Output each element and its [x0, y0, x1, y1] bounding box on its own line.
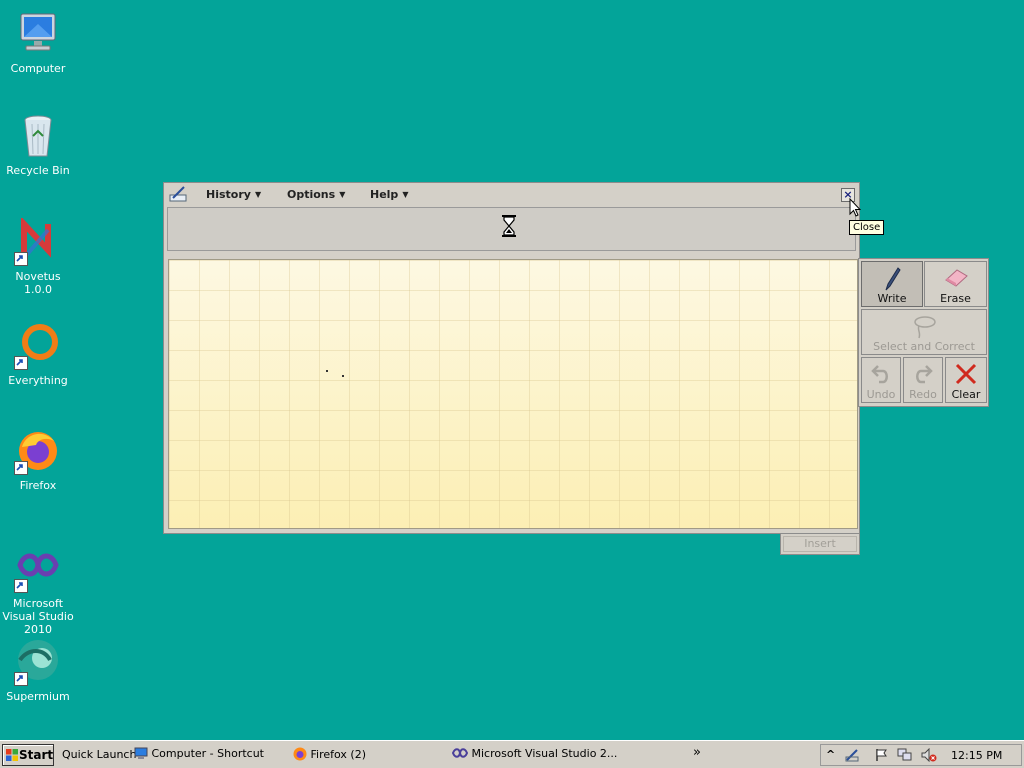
supermium-icon	[14, 638, 62, 686]
shortcut-arrow-icon	[14, 579, 28, 593]
undo-icon	[871, 365, 888, 384]
writing-pad[interactable]	[168, 259, 858, 529]
computer-icon	[14, 10, 62, 58]
tray-expand-icon[interactable]: ^	[826, 748, 835, 761]
insert-button[interactable]: Insert	[783, 536, 857, 552]
everything-icon	[14, 322, 62, 370]
clear-x-icon	[955, 363, 977, 385]
insert-button-frame: Insert	[780, 533, 860, 555]
redo-label: Redo	[909, 388, 937, 401]
desktop-icon-label: Novetus 1.0.0	[15, 270, 61, 296]
novetus-icon	[14, 218, 62, 266]
taskbar: Start Quick Launch Computer - Shortcut F…	[0, 740, 1024, 768]
dropdown-arrow-icon: ▼	[339, 190, 346, 199]
input-panel-window: History ▼ Options ▼ Help ▼ ×	[163, 182, 860, 534]
start-label: Start	[19, 748, 54, 762]
desktop-icon-label: Recycle Bin	[6, 164, 70, 177]
menu-options[interactable]: Options ▼	[287, 188, 345, 201]
pen-input-tray-icon[interactable]	[845, 748, 859, 765]
quick-launch-label[interactable]: Quick Launch	[62, 748, 136, 761]
ink-dot	[326, 370, 328, 372]
desktop-icon-label: Everything	[8, 374, 68, 387]
recycle-bin-icon	[14, 112, 62, 160]
desktop-icon-label: Firefox	[19, 479, 57, 492]
dropdown-arrow-icon: ▼	[254, 190, 262, 199]
firefox-icon	[14, 427, 62, 475]
taskbar-overflow-chevron-icon[interactable]: »	[693, 745, 701, 760]
volume-muted-icon[interactable]	[921, 747, 937, 765]
clock[interactable]: 12:15 PM	[951, 749, 1002, 762]
shortcut-arrow-icon	[14, 672, 28, 686]
select-and-correct-label: Select and Correct	[873, 340, 975, 353]
system-tray: ^ 12:15 PM	[820, 744, 1022, 766]
desktop-icon-label: Microsoft Visual Studio 2010	[2, 597, 74, 636]
hourglass-icon	[502, 215, 516, 240]
ink-dot	[342, 375, 344, 377]
taskbar-item-computer-shortcut[interactable]: Computer - Shortcut	[134, 747, 264, 760]
redo-icon	[916, 365, 933, 384]
menu-help[interactable]: Help ▼	[370, 188, 408, 201]
desktop-icon-label: Computer	[10, 62, 66, 75]
input-panel-logo-icon	[169, 186, 187, 205]
desktop-icon-visual-studio[interactable]: Microsoft Visual Studio 2010	[0, 545, 76, 636]
menu-history[interactable]: History ▼	[206, 188, 261, 201]
undo-button[interactable]: Undo	[861, 357, 901, 403]
mouse-pointer-icon	[849, 197, 862, 221]
shortcut-arrow-icon	[14, 461, 28, 475]
windows-logo-icon	[6, 749, 18, 761]
taskbar-item-visual-studio[interactable]: Microsoft Visual Studio 2...	[451, 747, 617, 760]
recognition-preview-area	[167, 207, 856, 251]
select-and-correct-button[interactable]: Select and Correct	[861, 309, 987, 355]
network-icon[interactable]	[897, 748, 913, 765]
desktop-icon-novetus[interactable]: Novetus 1.0.0	[0, 218, 76, 296]
desktop-icon-recycle-bin[interactable]: Recycle Bin	[0, 112, 76, 177]
erase-label: Erase	[940, 292, 971, 305]
pen-icon	[885, 267, 901, 291]
write-label: Write	[877, 292, 907, 305]
eraser-icon	[944, 269, 968, 287]
start-button[interactable]: Start	[2, 744, 54, 766]
write-button[interactable]: Write	[861, 261, 923, 307]
action-center-flag-icon[interactable]	[875, 748, 889, 765]
desktop-icon-firefox[interactable]: Firefox	[0, 427, 76, 492]
desktop-icon-computer[interactable]: Computer	[0, 10, 76, 75]
visual-studio-icon	[451, 748, 469, 758]
desktop-icon-label: Supermium	[6, 690, 70, 703]
erase-button[interactable]: Erase	[924, 261, 987, 307]
computer-icon	[134, 747, 148, 759]
clear-button[interactable]: Clear	[945, 357, 987, 403]
redo-button[interactable]: Redo	[903, 357, 943, 403]
shortcut-arrow-icon	[14, 252, 28, 266]
lasso-icon	[914, 316, 936, 339]
firefox-icon	[293, 747, 307, 761]
desktop-icon-everything[interactable]: Everything	[0, 322, 76, 387]
undo-label: Undo	[866, 388, 896, 401]
close-tooltip: Close	[849, 220, 885, 235]
visual-studio-icon	[14, 545, 62, 593]
input-panel-tools: Write Erase Select and Correct Undo Redo	[858, 258, 989, 407]
desktop-icon-supermium[interactable]: Supermium	[0, 638, 76, 703]
input-panel-menubar: History ▼ Options ▼ Help ▼ ×	[164, 183, 859, 207]
dropdown-arrow-icon: ▼	[402, 190, 409, 199]
shortcut-arrow-icon	[14, 356, 28, 370]
clear-label: Clear	[951, 388, 981, 401]
taskbar-item-firefox[interactable]: Firefox (2)	[293, 747, 366, 761]
